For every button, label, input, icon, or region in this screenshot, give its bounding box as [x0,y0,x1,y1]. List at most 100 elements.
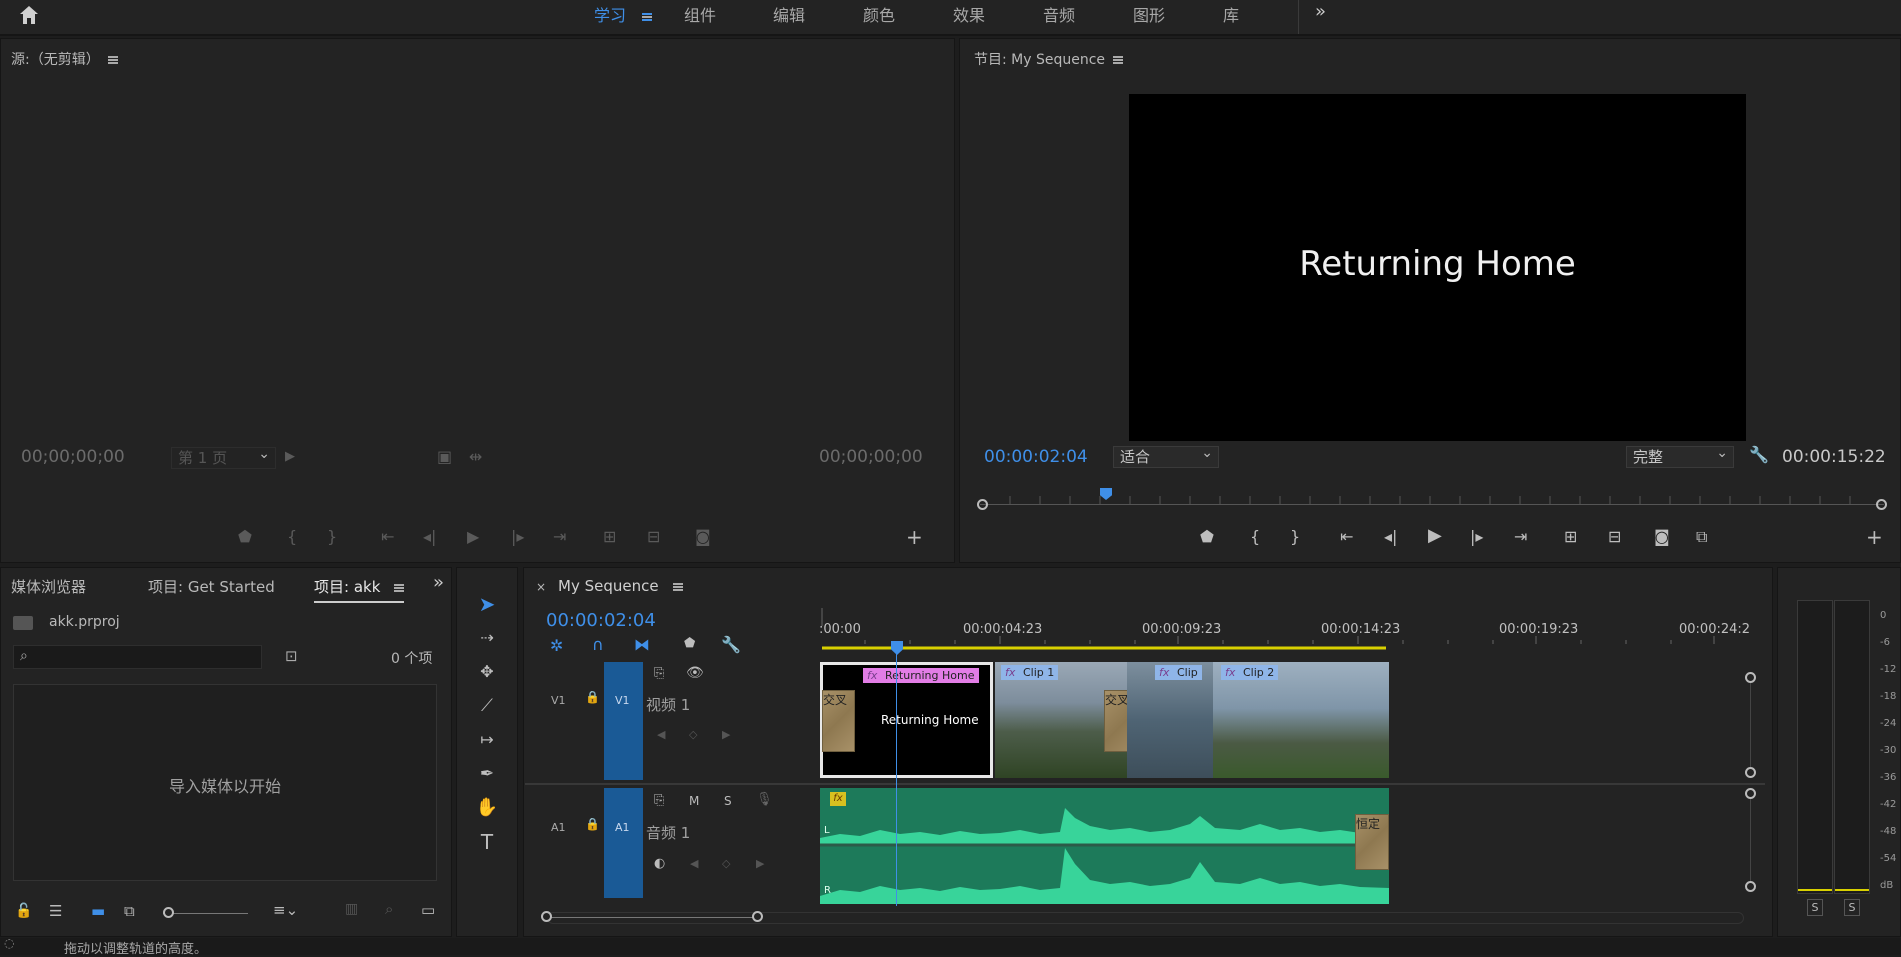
audio-scroll-track[interactable] [1750,799,1751,881]
a1-track-target[interactable]: A1 [604,788,643,898]
timeline-timecode[interactable]: 00:00:02:04 [546,610,656,631]
program-video-frame[interactable]: Returning Home [1129,94,1746,441]
toggle-output-eye-icon[interactable]: 👁 [686,665,704,681]
v1-track-target[interactable]: V1 [604,662,643,780]
scrub-end-handle[interactable] [1876,499,1887,510]
workspace-tab-graphics[interactable]: 图形 [1133,2,1165,26]
wrench-icon[interactable]: 🔧 [1749,445,1769,464]
audio-scroll-top-handle[interactable] [1745,788,1756,799]
close-tab-icon[interactable]: × [536,580,546,594]
a1-lock-icon[interactable]: 🔒 [585,817,600,831]
workspace-menu-icon[interactable] [642,9,652,25]
workspace-tab-audio[interactable]: 音频 [1043,2,1075,26]
v1-source-patch[interactable]: V1 [551,694,566,707]
panel-menu-icon[interactable] [394,583,405,592]
fit-select[interactable]: 适合 [1113,443,1219,468]
add-button-icon[interactable]: + [906,525,923,549]
lift-icon[interactable]: ⊞ [1564,527,1577,546]
compare-icon[interactable]: ⧉ [1696,527,1707,547]
solo-button[interactable]: S [724,794,732,808]
go-to-in-icon[interactable]: ⇤ [1340,527,1353,546]
hand-tool-icon[interactable]: ✋ [472,794,502,822]
step-back-icon[interactable]: ◂| [1384,527,1397,546]
sync-lock-icon[interactable]: ⎘ [654,666,664,681]
ripple-edit-tool-icon[interactable]: ✥ [472,658,502,686]
lock-icon[interactable]: 🔓 [15,903,32,919]
type-tool-icon[interactable]: T [472,828,502,856]
tab-media-browser[interactable]: 媒体浏览器 [11,576,86,597]
transition-cross-dissolve-1[interactable]: 交叉 [822,690,855,752]
list-view-icon[interactable]: ☰ [49,902,62,920]
panel-menu-icon[interactable] [1113,56,1124,64]
timeline-zoom-track[interactable] [547,912,1744,924]
panel-menu-icon[interactable] [107,56,118,64]
workspace-tab-editing[interactable]: 编辑 [773,2,805,26]
workspace-tab-color[interactable]: 颜色 [863,2,895,26]
sync-lock-icon[interactable]: ⎘ [654,793,664,808]
timeline-settings-icon[interactable]: 🔧 [721,635,741,654]
search-input[interactable]: ⌕ [13,645,262,669]
camera-icon[interactable]: ◙ [1654,527,1670,546]
a1-source-patch[interactable]: A1 [551,821,566,834]
project-drop-area[interactable]: 导入媒体以开始 [13,684,437,881]
workspace-tab-libraries[interactable]: 库 [1223,2,1239,26]
time-ruler[interactable] [820,608,1760,652]
v1-lock-icon[interactable]: 🔒 [585,690,600,704]
go-to-out-icon[interactable]: ⇥ [1514,527,1527,546]
new-bin-icon[interactable]: ▭ [421,901,435,919]
workspace-tab-learn[interactable]: 学习 [594,2,626,26]
clip-3[interactable]: fx Clip [1127,662,1213,778]
pen-tool-icon[interactable]: ✒ [472,760,502,788]
nest-icon[interactable]: ✲ [550,636,563,655]
panel-menu-icon[interactable] [672,582,683,591]
scrub-start-handle[interactable] [977,499,988,510]
clip-2[interactable]: fx Clip 2 [1213,662,1389,778]
add-marker-icon[interactable]: ⬟ [1200,527,1214,546]
transition-constant-power[interactable]: 恒定 [1355,814,1389,870]
razor-tool-icon[interactable]: ⟋ [472,692,502,720]
play-icon[interactable]: ▶ [1428,525,1442,546]
video-scroll-track[interactable] [1750,683,1751,767]
timeline-zoom-right-handle[interactable] [752,911,763,922]
linked-selection-icon[interactable]: ⧓ [634,635,650,654]
add-button-icon[interactable]: + [1866,525,1883,549]
audio-scroll-bottom-handle[interactable] [1745,881,1756,892]
program-panel-title[interactable]: 节目: My Sequence [974,49,1124,69]
quality-select[interactable]: 完整 [1626,443,1734,468]
voiceover-mic-icon[interactable]: 🎙 [756,792,773,807]
track-divider[interactable] [525,783,1765,785]
timeline-zoom-bar[interactable] [551,917,759,918]
solo-left-button[interactable]: S [1807,899,1823,916]
tab-project-akk[interactable]: 项目: akk [314,576,405,603]
mark-out-icon[interactable]: } [1290,527,1300,546]
timeline-zoom-left-handle[interactable] [541,911,552,922]
freeform-view-icon[interactable]: ⧉ [124,902,135,920]
workspace-tab-assembly[interactable]: 组件 [684,2,716,26]
step-forward-icon[interactable]: |▸ [1470,527,1483,546]
selection-tool-icon[interactable]: ➤ [472,590,502,618]
extract-icon[interactable]: ⊟ [1608,527,1621,546]
video-scroll-bottom-handle[interactable] [1745,767,1756,778]
zoom-slider[interactable] [163,913,248,914]
home-icon[interactable] [18,4,40,26]
mark-in-icon[interactable]: { [1250,527,1260,546]
more-workspaces-icon[interactable]: » [1315,1,1326,22]
video-scroll-top-handle[interactable] [1745,672,1756,683]
add-marker-icon[interactable]: ⬟ [684,636,695,651]
volume-keyframe-icon[interactable]: ◐ [654,856,665,871]
tab-project-get-started[interactable]: 项目: Get Started [148,576,275,597]
mute-button[interactable]: M [689,794,699,808]
program-scrub-bar[interactable] [977,486,1887,510]
slip-tool-icon[interactable]: ↦ [472,726,502,754]
audio-clip[interactable]: fx L R [820,788,1389,904]
snap-icon[interactable]: ∩ [592,635,604,654]
program-current-timecode[interactable]: 00:00:02:04 [984,447,1088,467]
sort-icon[interactable]: ≡⌄ [273,901,298,919]
source-panel-title[interactable]: 源:（无剪辑） [11,49,118,69]
icon-view-icon[interactable]: ▬ [91,902,105,920]
find-bin-icon[interactable]: ⊡ [285,647,298,665]
zoom-slider-handle[interactable] [163,907,174,918]
timeline-tab-title[interactable]: My Sequence [558,577,683,595]
workspace-tab-effects[interactable]: 效果 [953,2,985,26]
source-timecode-left[interactable]: 00;00;00;00 [21,447,125,467]
